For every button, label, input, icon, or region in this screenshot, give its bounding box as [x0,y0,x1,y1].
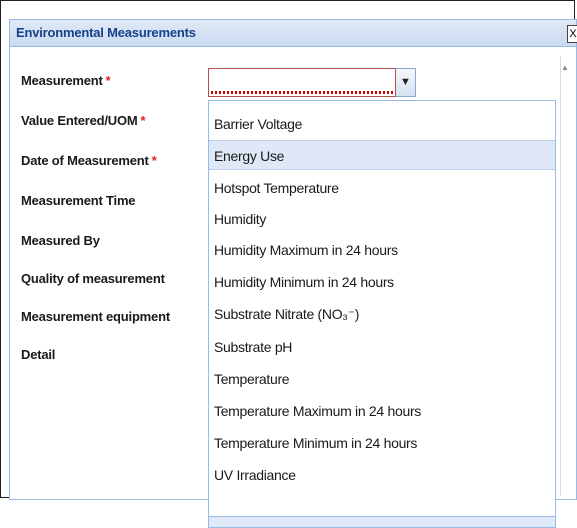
label-measured-by: Measured By [21,233,100,248]
list-item-highlighted[interactable]: Energy Use [209,140,555,170]
required-marker: * [151,153,157,168]
dialog-title: Environmental Measurements [16,25,196,40]
scroll-up-icon[interactable]: ▲ [561,64,569,72]
list-item[interactable]: UV Irradiance [209,460,555,490]
list-item[interactable]: Substrate pH [209,332,555,362]
measurement-dropdown-trigger[interactable]: ▼ [396,68,416,97]
list-item[interactable]: Temperature Minimum in 24 hours [209,428,555,458]
label-detail: Detail [21,347,56,362]
dialog-titlebar[interactable]: Environmental Measurements X [10,20,577,47]
measurement-input[interactable] [208,68,396,97]
list-item[interactable]: Hotspot Temperature [209,173,555,203]
list-item[interactable]: Temperature Maximum in 24 hours [209,396,555,426]
list-item[interactable]: Barrier Voltage [209,109,555,139]
label-date-of-measurement: Date of Measurement * [21,153,157,168]
required-marker: * [140,113,146,128]
required-marker: * [105,73,111,88]
dialog-body: Measurement * Value Entered/UOM * Date of … [10,47,576,528]
list-item[interactable]: Humidity Maximum in 24 hours [209,235,555,265]
close-button[interactable]: X [567,25,577,43]
label-value-entered-uom: Value Entered/UOM * [21,113,146,128]
dropdown-resize-footer[interactable] [209,516,555,527]
label-measurement-time: Measurement Time [21,193,136,208]
chevron-down-icon: ▼ [400,76,411,88]
label-measurement: Measurement * [21,73,111,88]
close-icon: X [569,28,577,40]
measurement-combobox[interactable]: ▼ [208,68,416,97]
measurement-dropdown-list: Barrier Voltage Energy Use Hotspot Tempe… [208,100,556,528]
form-scrollbar[interactable] [560,56,571,496]
list-item[interactable]: Temperature [209,364,555,394]
list-item[interactable]: Substrate Nitrate (NO₃⁻) [209,299,555,329]
label-quality-of-measurement: Quality of measurement [21,271,165,286]
label-measurement-equipment: Measurement equipment [21,309,170,324]
list-item[interactable]: Humidity Minimum in 24 hours [209,267,555,297]
list-item[interactable]: Humidity [209,204,555,234]
environmental-measurements-dialog: Environmental Measurements X Measurement… [9,19,577,528]
